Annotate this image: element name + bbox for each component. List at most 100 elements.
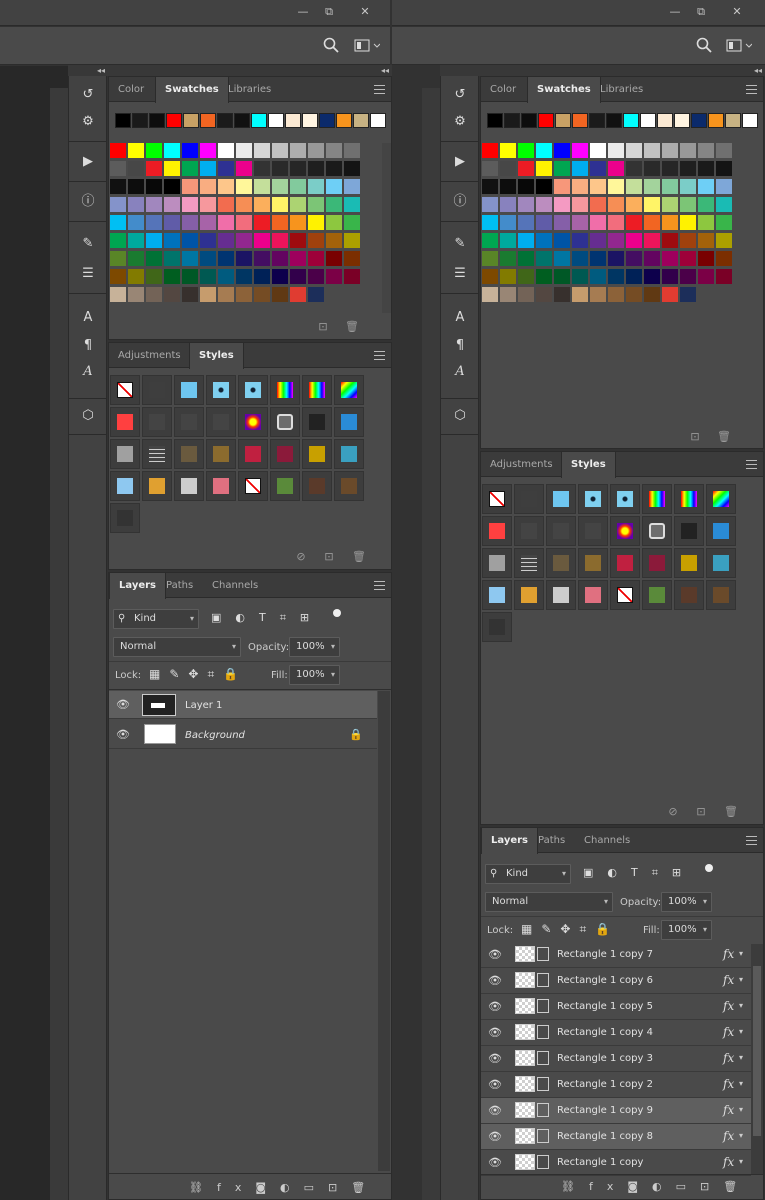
color-swatch[interactable] xyxy=(254,143,270,158)
color-swatch[interactable] xyxy=(146,143,162,158)
recent-swatch[interactable] xyxy=(132,113,148,128)
recent-swatch[interactable] xyxy=(640,113,656,128)
color-swatch[interactable] xyxy=(182,269,198,284)
recent-swatch[interactable] xyxy=(555,113,571,128)
color-swatch[interactable] xyxy=(290,287,306,302)
right-clear-style-icon[interactable]: ⊘ xyxy=(667,806,679,818)
right-layers-scroll-thumb[interactable] xyxy=(753,966,761,1136)
style-preset[interactable] xyxy=(206,407,236,437)
style-preset[interactable] xyxy=(482,612,512,642)
color-swatch[interactable] xyxy=(698,269,714,284)
history-icon[interactable]: ↺ xyxy=(80,87,96,103)
style-preset[interactable] xyxy=(174,375,204,405)
style-preset[interactable] xyxy=(334,471,364,501)
color-swatch[interactable] xyxy=(164,143,180,158)
style-preset[interactable] xyxy=(270,407,300,437)
color-swatch[interactable] xyxy=(554,161,570,176)
color-swatch[interactable] xyxy=(608,269,624,284)
color-swatch[interactable] xyxy=(290,197,306,212)
glyphs-icon[interactable]: A xyxy=(80,364,96,380)
color-swatch[interactable] xyxy=(482,287,498,302)
color-swatch[interactable] xyxy=(572,143,588,158)
left-icons-collapse[interactable]: ◂◂ xyxy=(68,65,108,76)
color-swatch[interactable] xyxy=(698,251,714,266)
right-tab-libraries[interactable]: Libraries xyxy=(591,77,652,102)
color-swatch[interactable] xyxy=(218,143,234,158)
style-preset[interactable] xyxy=(110,375,140,405)
color-swatch[interactable] xyxy=(662,215,678,230)
color-swatch[interactable] xyxy=(344,269,360,284)
history-icon[interactable]: ↺ xyxy=(452,87,468,103)
color-swatch[interactable] xyxy=(518,143,534,158)
recent-swatch[interactable] xyxy=(538,113,554,128)
color-swatch[interactable] xyxy=(554,287,570,302)
recent-swatch[interactable] xyxy=(200,113,216,128)
color-swatch[interactable] xyxy=(218,161,234,176)
recent-swatch[interactable] xyxy=(285,113,301,128)
color-swatch[interactable] xyxy=(128,287,144,302)
color-swatch[interactable] xyxy=(626,179,642,194)
left-lock-icons[interactable]: ▦✎✥⌗🔒 xyxy=(149,667,259,683)
color-swatch[interactable] xyxy=(572,251,588,266)
brush-settings-icon[interactable]: ☰ xyxy=(80,266,96,282)
color-swatch[interactable] xyxy=(518,269,534,284)
color-swatch[interactable] xyxy=(716,287,732,302)
color-swatch[interactable] xyxy=(200,215,216,230)
style-preset[interactable] xyxy=(514,484,544,514)
color-swatch[interactable] xyxy=(716,215,732,230)
right-layer-row[interactable]: 👁 Rectangle 1 copy fx ▾ xyxy=(481,1150,751,1176)
left-kind-filter[interactable]: Kind ▾ ⚲ xyxy=(113,609,199,629)
layer-name[interactable]: Rectangle 1 copy 2 xyxy=(557,1078,653,1092)
right-layer-row[interactable]: 👁 Rectangle 1 copy 4 fx ▾ xyxy=(481,1020,751,1046)
brush-icon[interactable]: ✎ xyxy=(80,236,96,252)
color-swatch[interactable] xyxy=(110,197,126,212)
style-preset[interactable] xyxy=(110,471,140,501)
recent-swatch[interactable] xyxy=(115,113,131,128)
style-preset[interactable] xyxy=(674,484,704,514)
color-swatch[interactable] xyxy=(482,269,498,284)
color-swatch[interactable] xyxy=(608,215,624,230)
style-preset[interactable] xyxy=(482,548,512,578)
character-icon[interactable]: A xyxy=(80,310,96,326)
right-tab-color[interactable]: Color xyxy=(481,77,525,102)
style-preset[interactable] xyxy=(270,375,300,405)
color-swatch[interactable] xyxy=(290,161,306,176)
expand-effects-icon[interactable]: ▾ xyxy=(739,1053,743,1062)
color-swatch[interactable] xyxy=(236,233,252,248)
color-swatch[interactable] xyxy=(554,215,570,230)
color-swatch[interactable] xyxy=(236,269,252,284)
recent-swatch[interactable] xyxy=(251,113,267,128)
color-swatch[interactable] xyxy=(344,143,360,158)
color-swatch[interactable] xyxy=(164,215,180,230)
style-preset[interactable] xyxy=(302,375,332,405)
color-swatch[interactable] xyxy=(272,269,288,284)
visibility-eye-icon[interactable]: 👁 xyxy=(488,1131,502,1143)
color-swatch[interactable] xyxy=(482,233,498,248)
properties-icon[interactable]: ⚙ xyxy=(80,114,96,130)
right-layer-row[interactable]: 👁 Rectangle 1 copy 7 fx ▾ xyxy=(481,942,751,968)
recent-swatch[interactable] xyxy=(353,113,369,128)
right-layer-row[interactable]: 👁 Rectangle 1 copy 2 fx ▾ xyxy=(481,1072,751,1098)
style-preset[interactable] xyxy=(270,471,300,501)
style-preset[interactable] xyxy=(142,471,172,501)
color-swatch[interactable] xyxy=(626,215,642,230)
color-swatch[interactable] xyxy=(554,251,570,266)
color-swatch[interactable] xyxy=(500,233,516,248)
left-opacity-field[interactable]: 100% ▾ xyxy=(289,637,340,657)
color-swatch[interactable] xyxy=(308,179,324,194)
color-swatch[interactable] xyxy=(554,179,570,194)
color-swatch[interactable] xyxy=(200,233,216,248)
color-swatch[interactable] xyxy=(182,143,198,158)
recent-swatch[interactable] xyxy=(691,113,707,128)
color-swatch[interactable] xyxy=(518,233,534,248)
recent-swatch[interactable] xyxy=(708,113,724,128)
color-swatch[interactable] xyxy=(272,287,288,302)
style-preset[interactable] xyxy=(546,548,576,578)
left-layers-scrollbar[interactable] xyxy=(378,691,390,1171)
color-swatch[interactable] xyxy=(128,179,144,194)
recent-swatch[interactable] xyxy=(657,113,673,128)
color-swatch[interactable] xyxy=(590,287,606,302)
color-swatch[interactable] xyxy=(344,215,360,230)
color-swatch[interactable] xyxy=(500,269,516,284)
layer-name[interactable]: Rectangle 1 copy 4 xyxy=(557,1026,653,1040)
